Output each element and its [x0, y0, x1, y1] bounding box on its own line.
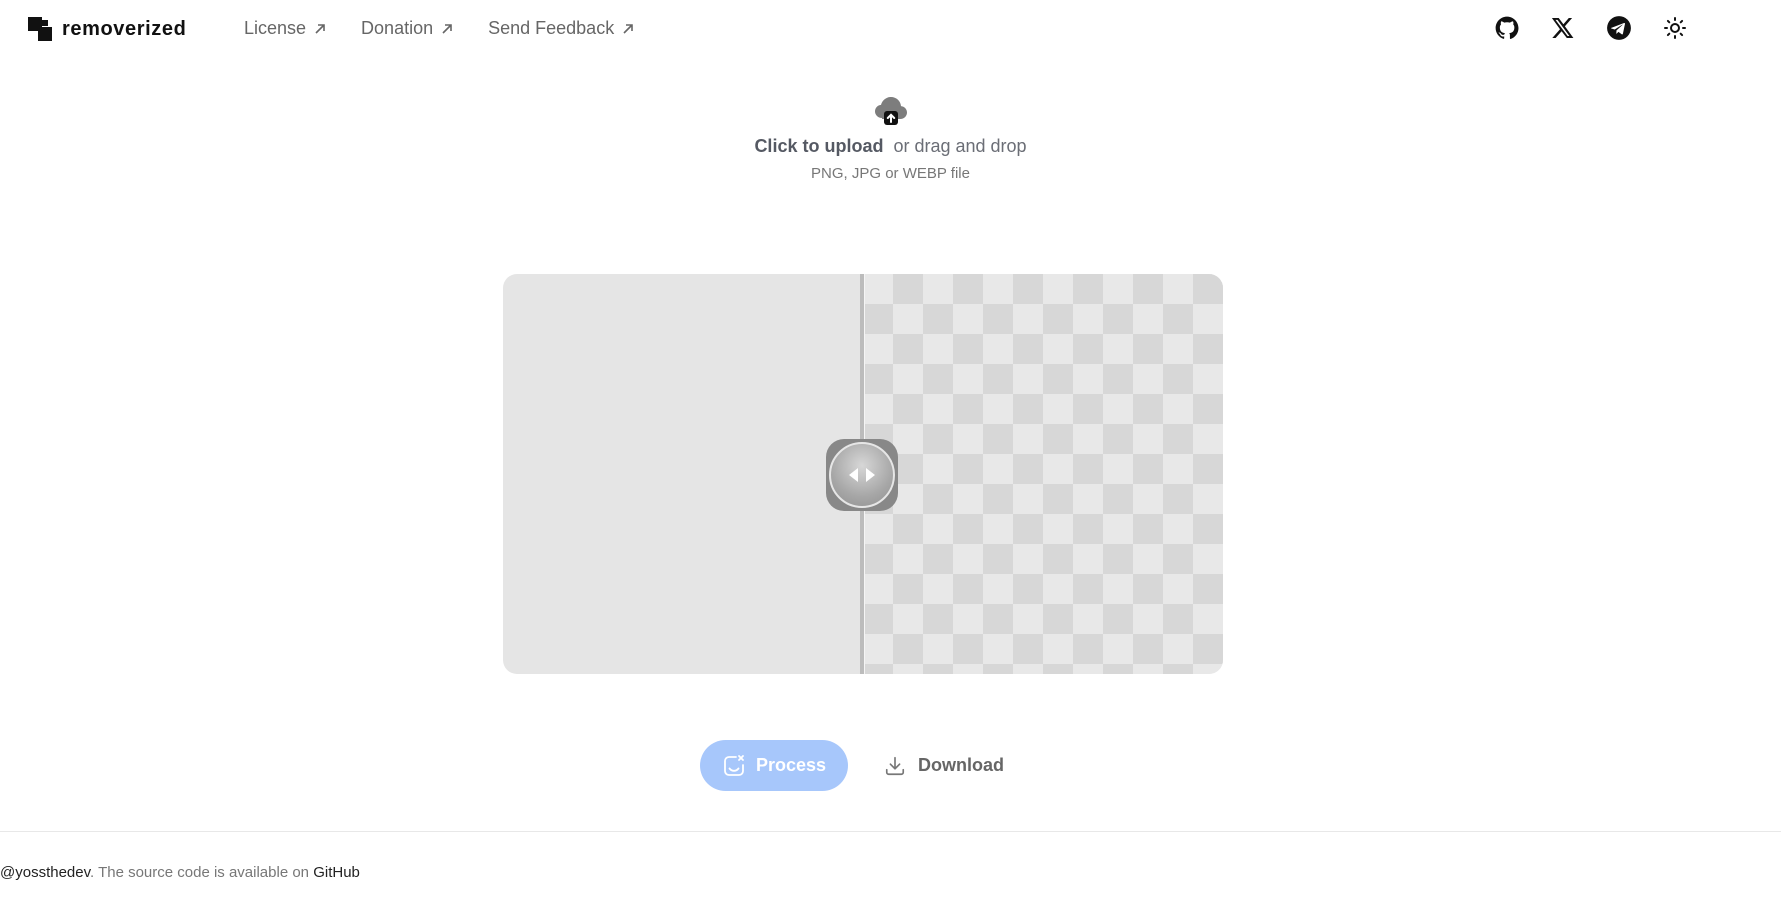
- nav-feedback-label: Send Feedback: [488, 18, 615, 38]
- process-label: Process: [755, 755, 827, 775]
- upload-instruction: Click to upload or drag and drop: [0, 136, 1781, 157]
- nav-feedback-link[interactable]: Send Feedback: [488, 18, 635, 39]
- footer-text: . The source code is available on: [90, 864, 314, 881]
- footer-divider: [0, 831, 1781, 832]
- telegram-icon[interactable]: [1605, 14, 1633, 42]
- process-icon: [724, 754, 744, 776]
- logo-icon: [28, 17, 52, 41]
- compare-knob: [829, 442, 895, 508]
- external-arrow-icon: [623, 23, 634, 34]
- sun-icon[interactable]: [1661, 14, 1689, 42]
- arrows-left-right-icon: [849, 468, 875, 482]
- brand-name: removerized: [62, 17, 187, 40]
- nav-license-link[interactable]: License: [244, 18, 327, 39]
- footer: @yossthedev. The source code is availabl…: [0, 864, 360, 881]
- social-links: [1493, 14, 1689, 42]
- x-icon[interactable]: [1549, 14, 1577, 42]
- upload-file-types: PNG, JPG or WEBP file: [811, 165, 970, 182]
- download-button[interactable]: Download: [878, 740, 1010, 791]
- process-button[interactable]: Process: [700, 740, 848, 791]
- upload-dropzone[interactable]: Click to upload or drag and drop PNG, JP…: [0, 94, 1781, 182]
- brand-logo[interactable]: removerized: [28, 17, 186, 41]
- header: removerized License Donation Send Feedba…: [0, 0, 1781, 60]
- image-compare-slider[interactable]: [503, 274, 1223, 674]
- compare-handle[interactable]: [826, 439, 898, 511]
- github-icon[interactable]: [1493, 14, 1521, 42]
- upload-primary-text: Click to upload: [754, 136, 884, 156]
- external-arrow-icon: [315, 23, 325, 34]
- github-source-link[interactable]: GitHub: [313, 864, 360, 881]
- transparent-preview: [863, 274, 1223, 674]
- download-label: Download: [918, 755, 1004, 775]
- nav-donation-label: Donation: [361, 18, 434, 38]
- author-handle[interactable]: @yossthedev: [0, 864, 90, 881]
- upload-secondary-text: or drag and drop: [893, 136, 1027, 156]
- external-arrow-icon: [442, 23, 452, 34]
- nav-donation-link[interactable]: Donation: [361, 18, 454, 39]
- download-icon: [885, 756, 905, 775]
- top-nav: License Donation Send Feedback: [244, 18, 635, 39]
- action-bar: Process Download: [700, 740, 1010, 791]
- nav-license-label: License: [244, 18, 307, 38]
- cloud-upload-icon: [874, 97, 907, 125]
